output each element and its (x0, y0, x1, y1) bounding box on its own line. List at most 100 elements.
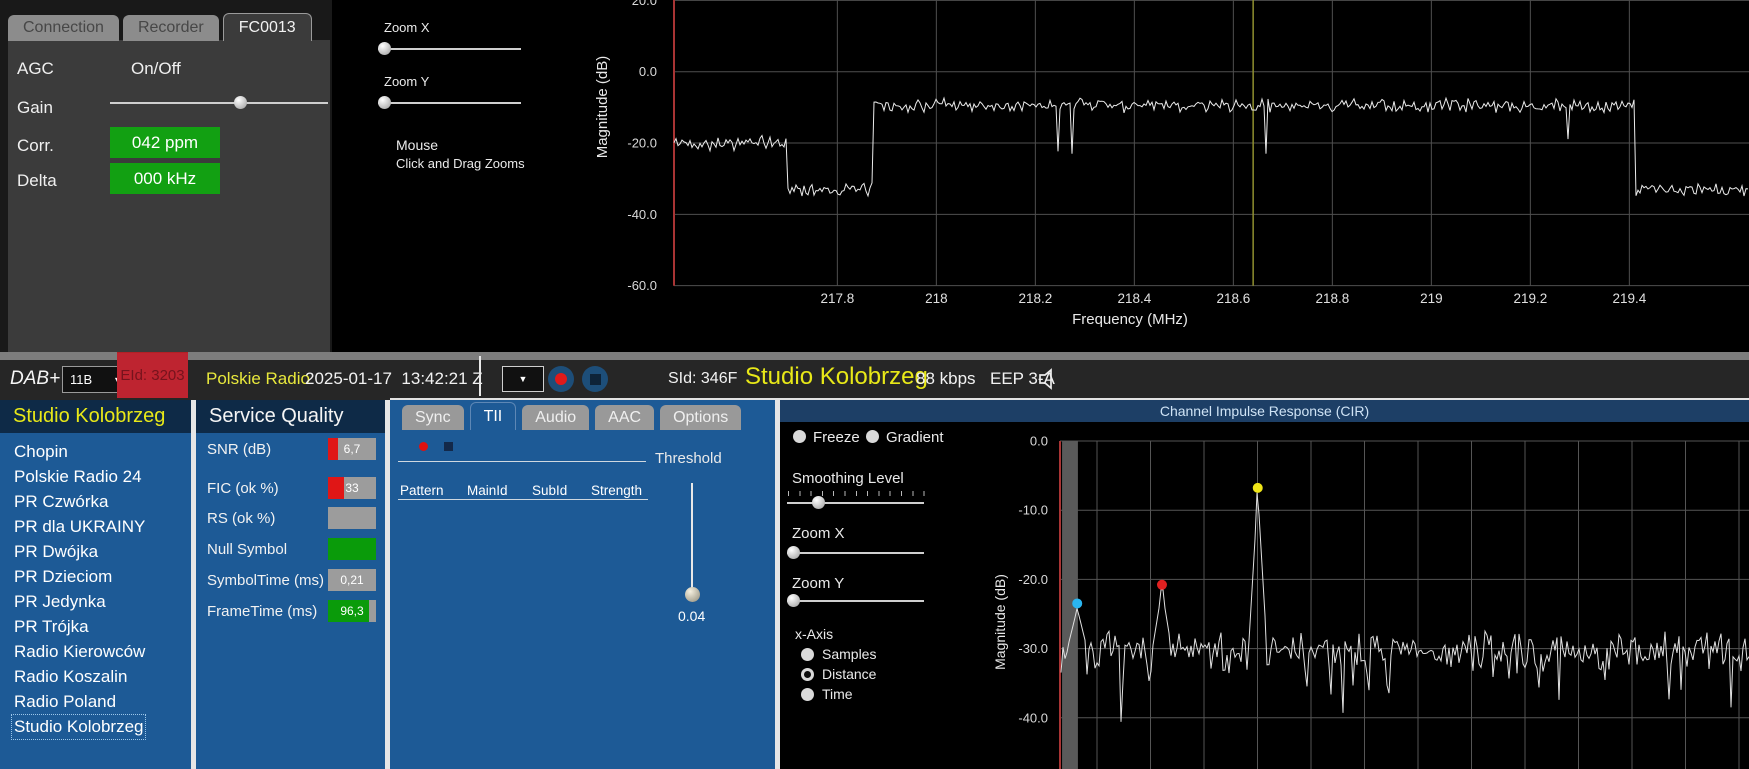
cir-plot[interactable]: 0.0-10.0-20.0-30.0-40.0Magnitude (dB) (980, 422, 1749, 769)
tuner-tab-bar: ConnectionRecorderFC0013 (8, 14, 330, 41)
tii-tab-audio[interactable]: Audio (522, 405, 589, 430)
svg-text:-40.0: -40.0 (627, 207, 657, 222)
tuner-tab-fc0013[interactable]: FC0013 (223, 13, 312, 41)
cir-zoom-x-track (787, 552, 924, 554)
service-list-item[interactable]: Chopin (0, 439, 191, 464)
cir-zoom-y-slider[interactable] (787, 594, 924, 608)
service-list-item[interactable]: Radio Poland (0, 689, 191, 714)
x-axis-option-label: Time (822, 686, 853, 702)
cir-zoom-x-slider[interactable] (787, 546, 924, 560)
svg-text:-20.0: -20.0 (627, 136, 657, 151)
svg-text:-40.0: -40.0 (1018, 710, 1048, 725)
service-list-item[interactable]: PR Trójka (0, 614, 191, 639)
service-list-item[interactable]: PR Dwójka (0, 539, 191, 564)
record-icon (555, 373, 567, 385)
cir-zoom-x-thumb[interactable] (787, 546, 800, 559)
tii-tab-aac[interactable]: AAC (595, 405, 654, 430)
quality-bar (328, 507, 376, 529)
statusbar-separator (479, 356, 481, 396)
x-axis-radio-distance[interactable] (801, 668, 814, 681)
spectrum-zoom-x-thumb[interactable] (378, 42, 391, 55)
threshold-slider-thumb[interactable] (685, 587, 700, 602)
spectrum-plot[interactable]: 20.00.0-20.0-40.0-60.0217.8218218.2218.4… (560, 0, 1749, 352)
chevron-down-icon: ▼ (519, 374, 528, 384)
service-list-item[interactable]: Polskie Radio 24 (0, 464, 191, 489)
eid-badge: EId: 3203 (117, 353, 188, 398)
tuner-tab-recorder[interactable]: Recorder (123, 15, 219, 41)
cir-zoom-y-track (787, 600, 924, 602)
x-axis-radio-samples[interactable] (801, 648, 814, 661)
service-list-item-label: PR Dzieciom (14, 567, 112, 587)
quality-bar: 96,3 (328, 600, 376, 622)
freeze-radio[interactable] (793, 430, 806, 443)
tii-tab-options[interactable]: Options (660, 405, 741, 430)
mouse-zoom-caption: Click and Drag Zooms (396, 156, 525, 171)
x-axis-option-distance[interactable]: Distance (801, 666, 876, 682)
svg-text:219: 219 (1420, 291, 1443, 306)
svg-text:219.2: 219.2 (1513, 291, 1547, 306)
tuner-tab-connection[interactable]: Connection (8, 15, 119, 41)
service-list-item[interactable]: Studio Kolobrzeg (0, 714, 191, 739)
quality-bar: 33 (328, 477, 376, 499)
gain-slider-thumb[interactable] (234, 96, 247, 109)
service-list-item[interactable]: PR dla UKRAINY (0, 514, 191, 539)
x-axis-radio-time[interactable] (801, 688, 814, 701)
stop-icon (590, 374, 601, 385)
spectrum-zoom-x-slider[interactable] (378, 42, 521, 56)
cir-zoom-y-thumb[interactable] (787, 594, 800, 607)
service-list-item[interactable]: PR Czwórka (0, 489, 191, 514)
smoothing-thumb[interactable] (812, 496, 825, 509)
service-list-item-label: Radio Koszalin (14, 667, 127, 687)
svg-text:Magnitude (dB): Magnitude (dB) (594, 56, 611, 159)
spectrum-zoom-x-track (378, 48, 521, 50)
smoothing-label: Smoothing Level (792, 470, 904, 487)
service-list-item[interactable]: PR Jedynka (0, 589, 191, 614)
tii-tab-tii[interactable]: TII (470, 402, 517, 430)
gradient-radio[interactable] (866, 430, 879, 443)
tii-column-strength[interactable]: Strength (591, 483, 642, 498)
svg-text:0.0: 0.0 (639, 64, 657, 79)
svg-text:Frequency (MHz): Frequency (MHz) (1072, 311, 1188, 328)
tuner-panel (8, 40, 330, 352)
cir-peak-marker (1157, 580, 1167, 590)
tii-column-subid[interactable]: SubId (532, 483, 567, 498)
tii-column-pattern[interactable]: Pattern (400, 483, 444, 498)
service-list-item-label: PR Dwójka (14, 542, 98, 562)
horizontal-splitter[interactable] (0, 352, 1749, 360)
app-window: ConnectionRecorderFC0013 AGC On/Off Gain… (0, 0, 1749, 769)
spectrum-zoom-y-slider[interactable] (378, 96, 521, 110)
svg-text:-10.0: -10.0 (1018, 503, 1048, 518)
x-axis-option-label: Samples (822, 646, 876, 662)
x-axis-option-samples[interactable]: Samples (801, 646, 876, 662)
quality-bar (328, 538, 376, 560)
quality-bar-value: 0,21 (328, 569, 376, 591)
record-button[interactable] (548, 366, 574, 392)
stop-button[interactable] (582, 366, 608, 392)
quality-row-label: Null Symbol (207, 541, 287, 558)
quality-bar-value: 96,3 (328, 600, 376, 622)
mode-label: DAB+ (10, 368, 60, 390)
tii-tab-sync[interactable]: Sync (402, 405, 464, 430)
smoothing-slider[interactable] (787, 496, 924, 510)
spectrum-zoom-y-thumb[interactable] (378, 96, 391, 109)
x-axis-option-time[interactable]: Time (801, 686, 853, 702)
threshold-slider-track[interactable] (691, 483, 693, 600)
record-options-dropdown[interactable]: ▼ (502, 366, 544, 392)
cir-zoom-y-label: Zoom Y (792, 575, 844, 592)
gain-slider[interactable] (110, 96, 328, 110)
corr-label: Corr. (17, 136, 54, 156)
tii-rule (398, 461, 646, 462)
agc-label: AGC (17, 59, 54, 79)
speaker-icon[interactable] (1036, 367, 1060, 391)
tii-column-mainid[interactable]: MainId (467, 483, 508, 498)
quality-row-label: SNR (dB) (207, 441, 271, 458)
service-list-item-label: PR Trójka (14, 617, 89, 637)
service-name-label: Studio Kolobrzeg (745, 363, 928, 391)
freeze-label: Freeze (813, 429, 860, 446)
bitrate-label: 88 kbps (916, 369, 976, 389)
service-list-item[interactable]: Radio Koszalin (0, 664, 191, 689)
service-list-item[interactable]: Radio Kierowców (0, 639, 191, 664)
service-list-item[interactable]: PR Dzieciom (0, 564, 191, 589)
threshold-value: 0.04 (678, 608, 705, 624)
svg-text:219.4: 219.4 (1612, 291, 1646, 306)
